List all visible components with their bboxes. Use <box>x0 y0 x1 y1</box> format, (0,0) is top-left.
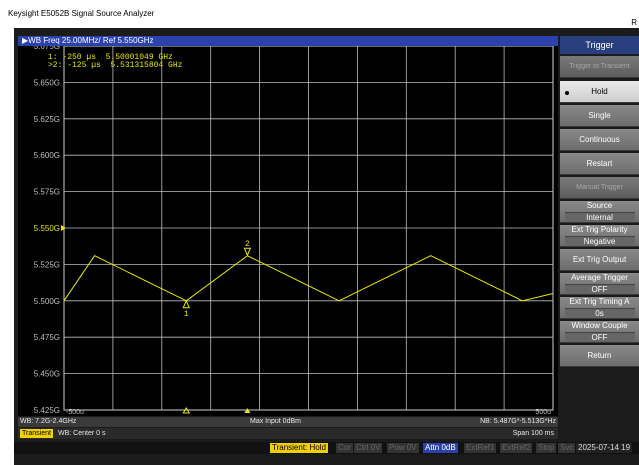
marker-readout: 1: -250 µs 5.50001049 GHz >2: -125 µs 5.5… <box>48 54 182 70</box>
instrument-status-bar: Transient: Hold Cor Ctrl 0V Pow 0V Attn … <box>14 442 639 454</box>
y-tick-label: 5.600G <box>34 151 60 160</box>
trace-header-label: ▶WB Freq 25.00MHz/ Ref 5.550GHz <box>22 36 154 45</box>
ext-trig-output-button[interactable]: Ext Trig Output <box>560 249 639 271</box>
ext-trig-timing-value: 0s <box>564 308 635 318</box>
status-line-1: WB: 7.2G-2.4GHz Max Input 0dBm NB: 5.487… <box>18 417 558 427</box>
trace-header: ▶WB Freq 25.00MHz/ Ref 5.550GHz <box>18 36 558 46</box>
hold-button[interactable]: Hold <box>560 81 639 103</box>
hold-label: Hold <box>591 87 608 96</box>
average-trigger-value: OFF <box>564 284 635 294</box>
nb-range: NB: 5.487G*-5.513G*Hz <box>480 418 556 425</box>
y-tick-label: 5.625G <box>34 115 60 124</box>
source-button[interactable]: Source Internal <box>560 201 639 223</box>
app-corner-label: R <box>631 18 637 27</box>
marker-1-icon <box>182 299 191 309</box>
y-tick-label: 5.425G <box>34 406 60 415</box>
wb-center: WB: Center 0 s <box>58 430 106 437</box>
ext-trig-polarity-value: Negative <box>564 236 635 246</box>
status-line-2: Transient WB: Center 0 s Span 100 ms <box>18 428 558 439</box>
y-tick-label: 5.500G <box>34 297 60 306</box>
softkey-panel: Trigger Trigger to Transient Hold Single… <box>560 36 639 436</box>
y-tick-label: 5.525G <box>34 260 60 269</box>
trigger-to-transient-button[interactable]: Trigger to Transient <box>560 56 639 78</box>
restart-button[interactable]: Restart <box>560 153 639 175</box>
window-couple-label: Window Couple <box>571 321 628 330</box>
trace-chart[interactable]: 5.675G 5.650G 5.625G 5.600G 5.575G 5.550G 5.52… <box>18 46 558 416</box>
svc-badge: Svc <box>558 443 576 453</box>
window-couple-value: OFF <box>564 332 635 342</box>
y-tick-label: 5.475G <box>34 333 60 342</box>
marker-group[interactable]: 12 <box>182 240 252 414</box>
transient-mode-badge: Transient: Hold <box>270 443 328 453</box>
extref1-badge: ExtRef1 <box>464 443 497 453</box>
window-couple-button[interactable]: Window Couple OFF <box>560 321 639 343</box>
datetime: 2025-07-14 19 <box>576 443 633 453</box>
x-tick-start: -500u <box>66 409 84 416</box>
marker-readout-2: >2: -125 µs 5.531315804 GHz <box>48 61 183 70</box>
average-trigger-button[interactable]: Average Trigger OFF <box>560 273 639 295</box>
ext-trig-polarity-label: Ext Trig Polarity <box>571 225 628 234</box>
cor-badge: Cor <box>336 443 353 453</box>
grid-lines <box>63 46 554 411</box>
continuous-button[interactable]: Continuous <box>560 129 639 151</box>
y-tick-label: 5.675G <box>34 46 60 51</box>
stop-badge: Stop <box>536 443 557 453</box>
return-button[interactable]: Return <box>560 345 639 367</box>
softkey-title: Trigger <box>560 36 639 54</box>
y-tick-label: 5.650G <box>34 78 60 87</box>
marker-2-icon <box>243 247 252 257</box>
x-tick-end: 500u <box>535 409 551 416</box>
transient-tag: Transient <box>20 429 53 438</box>
y-tick-label: 5.450G <box>34 370 60 379</box>
selected-dot-icon <box>565 91 569 95</box>
ext-trig-timing-label: Ext Trig Timing A <box>569 297 630 306</box>
marker-2-label: 2 <box>245 240 250 249</box>
ext-trig-polarity-button[interactable]: Ext Trig Polarity Negative <box>560 225 639 247</box>
marker-1-label: 1 <box>184 310 189 319</box>
ext-trig-timing-button[interactable]: Ext Trig Timing A 0s <box>560 297 639 319</box>
y-tick-label: 5.575G <box>34 188 60 197</box>
manual-trigger-button[interactable]: Manual Trigger <box>560 177 639 199</box>
pow-badge: Pow 0V <box>387 443 419 453</box>
app-title: Keysight E5052B Signal Source Analyzer <box>8 9 155 18</box>
ctrl-badge: Ctrl 0V <box>354 443 383 453</box>
average-trigger-label: Average Trigger <box>571 273 628 282</box>
wb-range: WB: 7.2G-2.4GHz <box>20 418 77 425</box>
single-button[interactable]: Single <box>560 105 639 127</box>
extref2-badge: ExtRef2 <box>500 443 533 453</box>
y-tick-label: 5.550G <box>34 224 60 233</box>
max-input: Max Input 0dBm <box>250 418 301 425</box>
attn-badge: Attn 0dB <box>423 443 458 453</box>
y-axis-ticks: 5.675G 5.650G 5.625G 5.600G 5.575G 5.550G 5.52… <box>34 46 66 415</box>
source-value: Internal <box>564 212 635 222</box>
span-label: Span 100 ms <box>512 430 554 437</box>
source-label: Source <box>586 201 613 210</box>
app-title-bar: Keysight E5052B Signal Source Analyzer R <box>0 0 639 28</box>
plot-area[interactable]: 5.675G 5.650G 5.625G 5.600G 5.575G 5.550G 5.52… <box>18 46 558 416</box>
